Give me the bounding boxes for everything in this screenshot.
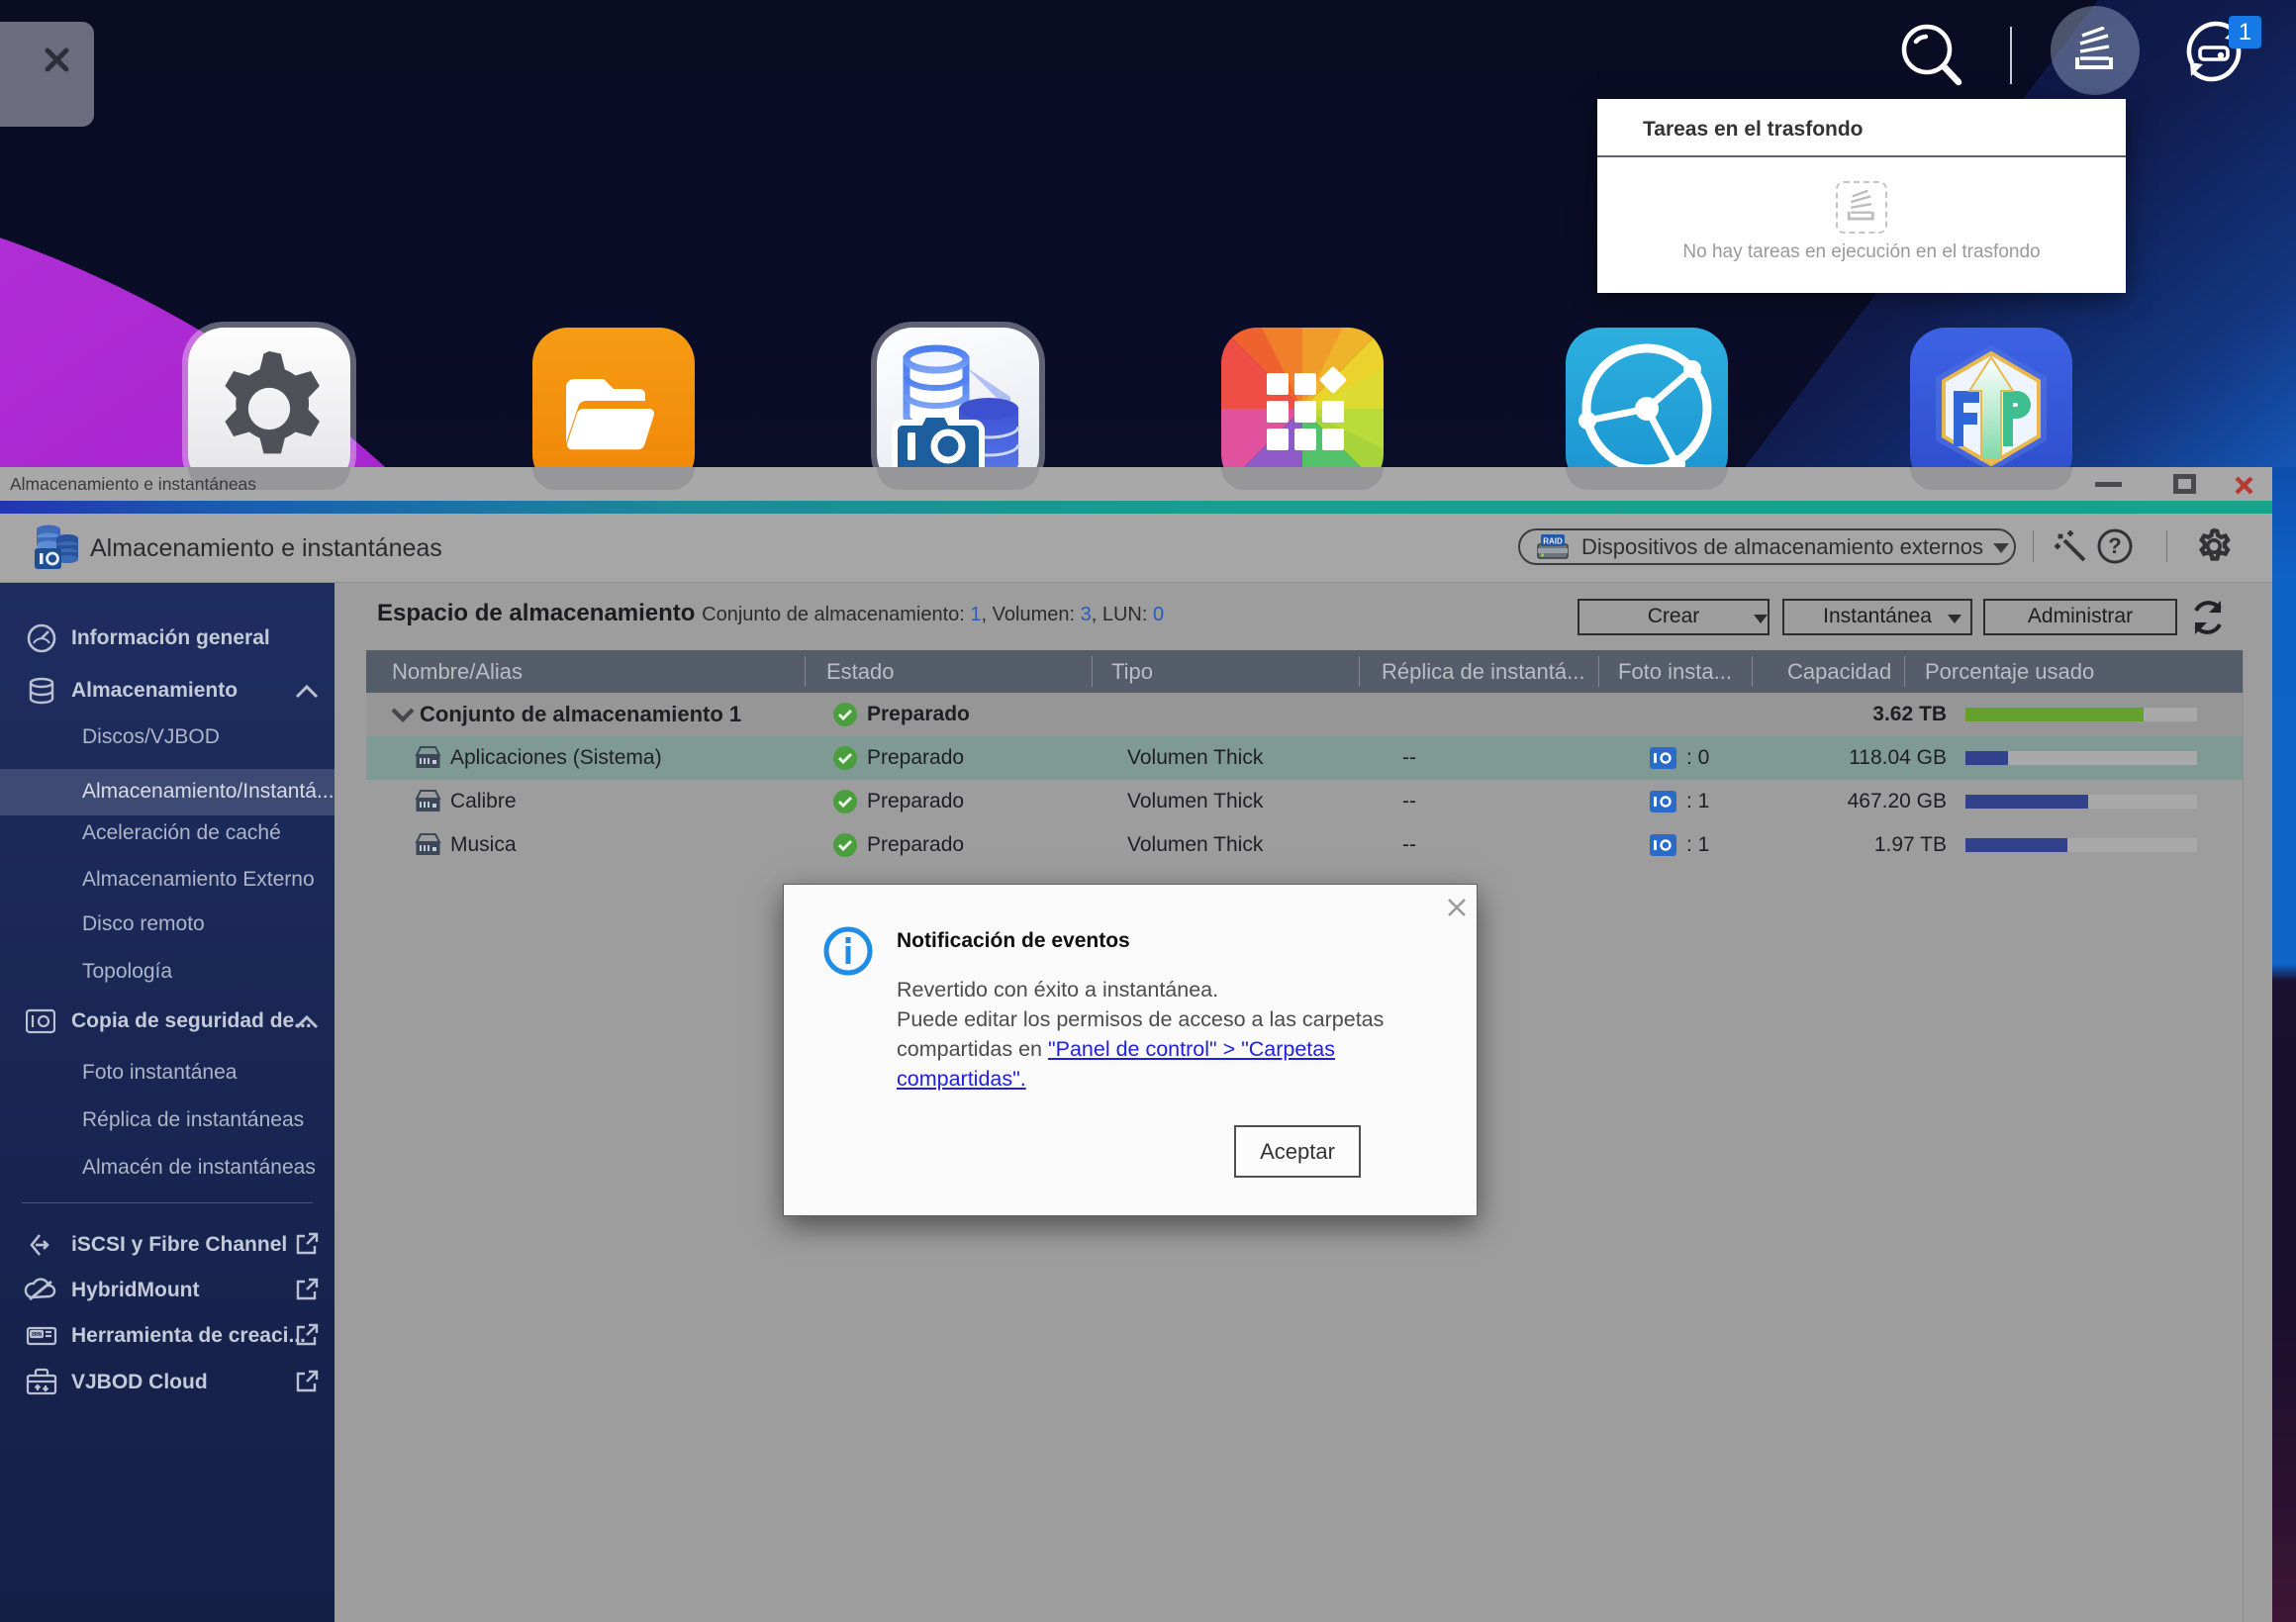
svg-text:SSD: SSD	[32, 1333, 43, 1339]
svg-text:?: ?	[2108, 533, 2121, 558]
svg-text:RAID: RAID	[1543, 537, 1563, 546]
